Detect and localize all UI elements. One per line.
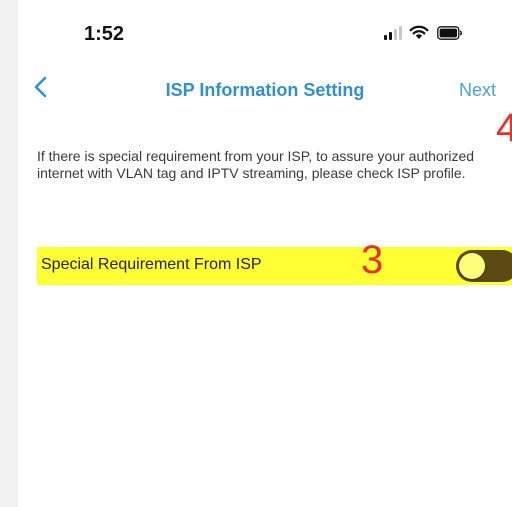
special-requirement-row: Special Requirement From ISP [37, 247, 512, 285]
battery-icon [437, 26, 462, 40]
special-requirement-toggle[interactable] [456, 250, 512, 282]
annotation-step-3: 3 [361, 238, 384, 282]
status-bar: 1:52 [18, 0, 512, 70]
status-time: 1:52 [84, 23, 125, 45]
toggle-knob [459, 253, 485, 279]
isp-description: If there is special requirement from you… [37, 148, 475, 181]
page-title: ISP Information Setting [165, 80, 365, 100]
wifi-icon [409, 25, 429, 39]
annotation-step-4: 4 [496, 106, 512, 150]
signal-icon [384, 26, 402, 40]
phone-screen: 1:52 ISP Information Setting Next If the… [18, 0, 512, 507]
navigation-bar: ISP Information Setting Next [18, 70, 512, 110]
special-requirement-label: Special Requirement From ISP [41, 256, 262, 273]
next-button[interactable]: Next [459, 80, 496, 101]
